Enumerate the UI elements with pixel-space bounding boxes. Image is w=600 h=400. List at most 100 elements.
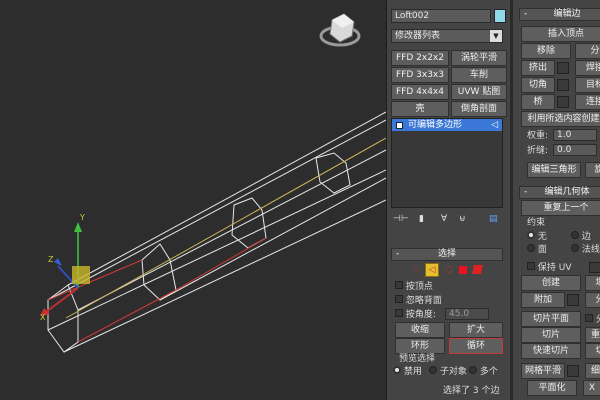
loft-wireframe[interactable] — [47, 111, 386, 353]
constraint-face-option[interactable]: 面 — [527, 244, 547, 256]
weld-button[interactable]: 焊接 — [575, 60, 600, 76]
mod-ffd3-button[interactable]: FFD 3x3x3 — [391, 67, 449, 83]
connect-button[interactable]: 连接 — [575, 94, 600, 110]
angle-field[interactable]: 45.0 — [445, 308, 489, 320]
constraint-normal-label: 法线 — [581, 245, 600, 255]
preview-disabled-option[interactable]: 禁用 — [393, 366, 422, 378]
repeat-last-button[interactable]: 重复上一个 — [521, 200, 600, 216]
insert-vertex-button[interactable]: 插入顶点 — [521, 26, 600, 42]
pin-stack-icon[interactable]: ⊣⊢ — [393, 214, 409, 224]
constraint-normal-radio[interactable] — [571, 244, 579, 252]
modifier-stack[interactable]: 可编辑多边形 ◁ — [391, 118, 503, 208]
weight-field[interactable]: 1.0 — [553, 129, 597, 141]
ignore-backfacing-option[interactable]: 忽略背面 — [395, 295, 442, 307]
expand-icon[interactable] — [396, 122, 403, 129]
collapse-button[interactable]: 塌 — [585, 275, 600, 291]
slice-plane-button[interactable]: 切片平面 — [521, 311, 581, 327]
by-vertex-option[interactable]: 按顶点 — [395, 281, 433, 293]
edge-mode-icon[interactable]: ◁ — [425, 263, 439, 277]
border-mode-icon[interactable]: ◌ — [445, 265, 453, 275]
edit-edges-rollout-header[interactable]: - 编辑边 — [519, 8, 600, 21]
mod-uvw-button[interactable]: UVW 贴图 — [451, 84, 507, 100]
modifier-list-dropdown[interactable]: 修改器列表 ▼ — [391, 29, 503, 43]
polygon-mode-icon[interactable] — [459, 266, 467, 274]
preview-multiple-radio[interactable] — [469, 366, 477, 374]
split-edge-button[interactable]: 分 — [575, 43, 600, 59]
ignore-backfacing-checkbox[interactable] — [395, 295, 403, 303]
constraint-edge-radio[interactable] — [571, 231, 579, 239]
preview-disabled-radio[interactable] — [393, 366, 401, 374]
modifier-list-label: 修改器列表 — [395, 31, 441, 41]
remove-modifier-icon[interactable]: ⊌ — [459, 214, 466, 224]
remove-button[interactable]: 移除 — [521, 43, 571, 59]
tessellate-button[interactable]: 细化 — [585, 363, 600, 379]
by-vertex-checkbox[interactable] — [395, 281, 403, 289]
wireframe-canvas[interactable]: Y X Z — [0, 0, 386, 400]
split-option[interactable]: 分割 — [585, 314, 600, 326]
stack-toolbar: ⊣⊢ ▮ ∀ ⊌ ▤ — [393, 214, 503, 228]
edit-triangulation-button[interactable]: 编辑三角形 — [527, 162, 581, 178]
element-mode-icon[interactable] — [472, 265, 483, 274]
chevron-down-icon[interactable]: ▼ — [490, 30, 502, 42]
preview-multiple-option[interactable]: 多个 — [469, 366, 498, 378]
split-checkbox[interactable] — [585, 314, 593, 322]
attach-button[interactable]: 附加 — [521, 292, 565, 308]
mod-shell-button[interactable]: 壳 — [391, 101, 449, 117]
planarize-x-button[interactable]: X — [583, 380, 600, 396]
quickslice-button[interactable]: 快速切片 — [521, 343, 581, 359]
slice-button[interactable]: 切片 — [521, 327, 581, 343]
crease-field[interactable]: 0.0 — [553, 144, 597, 156]
mod-ffd4-button[interactable]: FFD 4x4x4 — [391, 84, 449, 100]
viewport-perspective[interactable]: Y X Z — [0, 0, 386, 400]
constraint-normal-option[interactable]: 法线 — [571, 244, 600, 256]
selection-rollout-header[interactable]: - 选择 — [391, 248, 503, 261]
object-name-field[interactable]: Loft002 — [391, 9, 491, 23]
extrude-button[interactable]: 挤出 — [521, 60, 555, 76]
preserve-uv-checkbox[interactable] — [527, 262, 535, 270]
ring-button[interactable]: 环形 — [395, 338, 445, 354]
preview-subobject-radio[interactable] — [429, 366, 437, 374]
constraint-edge-option[interactable]: 边 — [571, 231, 591, 243]
preserve-uv-label: 保持 UV — [537, 263, 572, 273]
cut-button[interactable]: 切 — [585, 343, 600, 359]
configure-sets-icon[interactable]: ▤ — [489, 214, 498, 224]
vertex-mode-icon[interactable]: ∴ — [413, 265, 419, 275]
constraint-none-radio[interactable] — [527, 231, 535, 239]
bridge-settings-icon[interactable] — [557, 96, 569, 108]
mod-turbosmooth-button[interactable]: 涡轮平滑 — [451, 50, 507, 66]
make-unique-icon[interactable]: ∀ — [441, 214, 447, 224]
loop-button[interactable]: 循环 — [449, 338, 503, 354]
constraint-face-radio[interactable] — [527, 244, 535, 252]
create-shape-button[interactable]: 利用所选内容创建图 — [521, 111, 600, 127]
turn-button[interactable]: 旋 — [585, 162, 600, 178]
meshsmooth-button[interactable]: 网格平滑 — [521, 363, 565, 379]
edit-geometry-rollout-header[interactable]: - 编辑几何体 — [519, 186, 600, 199]
chamfer-settings-icon[interactable] — [557, 79, 569, 91]
preserve-uv-settings-icon[interactable] — [589, 262, 600, 273]
create-button[interactable]: 创建 — [521, 275, 581, 291]
preserve-uv-option[interactable]: 保持 UV — [527, 262, 571, 274]
by-angle-checkbox[interactable] — [395, 309, 403, 317]
object-color-swatch[interactable] — [494, 9, 506, 23]
show-end-result-icon[interactable]: ▮ — [419, 214, 424, 224]
chamfer-button[interactable]: 切角 — [521, 77, 555, 93]
edit-geometry-title: 编辑几何体 — [544, 187, 590, 197]
grow-button[interactable]: 扩大 — [449, 322, 503, 338]
shrink-button[interactable]: 收缩 — [395, 322, 445, 338]
preview-subobject-option[interactable]: 子对象 — [429, 366, 467, 378]
mod-bevel-profile-button[interactable]: 倒角剖面 — [451, 101, 507, 117]
stack-item-editable-poly[interactable]: 可编辑多边形 ◁ — [392, 119, 502, 131]
attach-settings-icon[interactable] — [567, 294, 579, 306]
planarize-button[interactable]: 平面化 — [527, 380, 577, 396]
bridge-button[interactable]: 桥 — [521, 94, 555, 110]
constraint-none-option[interactable]: 无 — [527, 231, 547, 243]
meshsmooth-settings-icon[interactable] — [567, 365, 579, 377]
by-angle-option[interactable]: 按角度: — [395, 309, 436, 321]
target-weld-button[interactable]: 目标 — [575, 77, 600, 93]
reset-plane-button[interactable]: 重置 — [585, 327, 600, 343]
mod-ffd2-button[interactable]: FFD 2x2x2 — [391, 50, 449, 66]
mod-lathe-button[interactable]: 车削 — [451, 67, 507, 83]
extrude-settings-icon[interactable] — [557, 62, 569, 74]
detach-button[interactable]: 分 — [585, 292, 600, 308]
viewcube-icon[interactable] — [319, 13, 361, 47]
